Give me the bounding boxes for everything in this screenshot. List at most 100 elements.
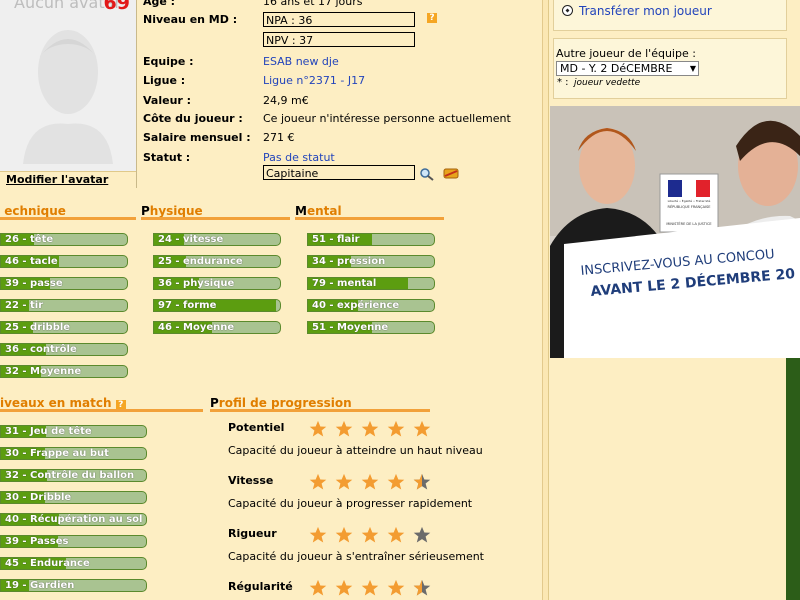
other-player-select[interactable]: MD - Y. 2 DéCEMBRE ▼: [556, 61, 699, 76]
league-label: Ligue :: [143, 74, 186, 87]
avatar-silhouette-icon: [23, 30, 113, 164]
transfer-player-link[interactable]: Transférer mon joueur: [579, 4, 712, 18]
skill-bar-label: 79 - mental: [312, 278, 377, 289]
rating-label: Côte du joueur :: [143, 112, 243, 125]
section-technique-underline: [0, 217, 136, 220]
star-full-icon: [387, 420, 405, 437]
progression-stars: [309, 526, 439, 544]
skill-bar-label: 25 - dribble: [5, 322, 71, 333]
section-physique-underline: [141, 217, 290, 220]
modify-avatar-link[interactable]: Modifier l'avatar: [0, 171, 136, 188]
star-full-icon: [361, 579, 379, 596]
help-icon[interactable]: ?: [427, 13, 437, 23]
star-full-icon: [309, 579, 327, 596]
search-icon[interactable]: [419, 167, 435, 181]
star-full-icon: [335, 526, 353, 543]
skill-bar-label: 22 - tir: [5, 300, 44, 311]
skill-bar: 79 - mental: [307, 277, 435, 290]
edit-captain-icon[interactable]: [443, 167, 459, 180]
skill-bar-label: 32 - Contrôle du ballon: [5, 470, 135, 481]
skill-bar: 51 - Moyenne: [307, 321, 435, 334]
section-mental-title: Mental: [295, 204, 342, 218]
transfer-box: Transférer mon joueur: [553, 0, 787, 31]
skill-bar: 39 - passe: [0, 277, 128, 290]
star-half-icon: [413, 473, 431, 490]
skill-bar-label: 31 - Jeu de tête: [5, 426, 92, 437]
progression-stars: [309, 579, 439, 597]
section-technique-title: echnique: [4, 204, 66, 218]
star-full-icon: [361, 420, 379, 437]
star-full-icon: [335, 420, 353, 437]
skill-bar: 19 - Gardien: [0, 579, 147, 592]
skill-bar: 26 - tête: [0, 233, 128, 246]
salary-value: 271 €: [263, 131, 295, 144]
league-link[interactable]: Ligue n°2371 - J17: [263, 74, 365, 87]
team-label: Equipe :: [143, 55, 194, 68]
section-match-levels-title: iveaux en match ?: [0, 396, 126, 410]
ad-seal-republic: RÉPUBLIQUE FRANÇAISE: [667, 205, 711, 209]
skill-bar-label: 30 - Frappe au but: [5, 448, 109, 459]
progression-description: Capacité du joueur à progresser rapideme…: [228, 497, 473, 510]
skill-bar-label: 97 - forme: [158, 300, 217, 311]
modify-avatar-label[interactable]: Modifier l'avatar: [6, 173, 108, 186]
player-number: 69: [103, 0, 130, 14]
star-full-icon: [387, 579, 405, 596]
skill-bar: 30 - Dribble: [0, 491, 147, 504]
ad-banner[interactable]: INSCRIVEZ-VOUS AU CONCOU AVANT LE 2 DÉCE…: [550, 106, 800, 358]
skill-bar-label: 46 - tacle: [5, 256, 58, 267]
captain-input[interactable]: Capitaine: [263, 165, 415, 180]
ad-seal-ministry: MINISTÈRE DE LA JUSTICE: [666, 222, 712, 226]
skill-bar: 40 - Récupération au sol: [0, 513, 147, 526]
skill-bar: 39 - Passes: [0, 535, 147, 548]
progression-stars: [309, 473, 439, 491]
progression-title: Potentiel: [228, 421, 285, 434]
skill-bar: 30 - Frappe au but: [0, 447, 147, 460]
skill-bar: 22 - tir: [0, 299, 128, 312]
other-player-label: Autre joueur de l'équipe :: [556, 47, 696, 60]
skill-bar: 40 - expérience: [307, 299, 435, 312]
skill-bar-label: 45 - Endurance: [5, 558, 90, 569]
section-match-levels-underline: [0, 409, 203, 412]
section-mental-underline: [295, 217, 444, 220]
skill-bar: 31 - Jeu de tête: [0, 425, 147, 438]
skill-bar-label: 36 - physique: [158, 278, 235, 289]
skill-bar-label: 19 - Gardien: [5, 580, 75, 591]
skill-bar-label: 26 - tête: [5, 234, 54, 245]
value-value: 24,9 m€: [263, 94, 309, 107]
skill-bar: 46 - tacle: [0, 255, 128, 268]
skill-bar: 51 - flair: [307, 233, 435, 246]
skill-bar-label: 40 - expérience: [312, 300, 400, 311]
skill-bar: 36 - contrôle: [0, 343, 128, 356]
skill-bar: 32 - Moyenne: [0, 365, 128, 378]
status-link[interactable]: Pas de statut: [263, 151, 335, 164]
player-avatar: Aucun avatar 69: [0, 0, 137, 188]
skill-bar-label: 25 - endurance: [158, 256, 243, 267]
star-full-icon: [387, 526, 405, 543]
skill-bar: 36 - physique: [153, 277, 281, 290]
star-full-icon: [309, 473, 327, 490]
chevron-down-icon[interactable]: ▼: [690, 62, 696, 76]
other-player-select-value: MD - Y. 2 DéCEMBRE: [560, 62, 673, 75]
status-label: Statut :: [143, 151, 191, 164]
skill-bar-label: 36 - contrôle: [5, 344, 77, 355]
skill-bar: 25 - dribble: [0, 321, 128, 334]
skill-bar: 24 - vitesse: [153, 233, 281, 246]
npa-field: NPA : 36: [263, 12, 415, 27]
team-link[interactable]: ESAB new dje: [263, 55, 339, 68]
level-label: Niveau en MD :: [143, 13, 238, 26]
skill-bar: 45 - Endurance: [0, 557, 147, 570]
skill-bar: 97 - forme: [153, 299, 281, 312]
star-full-icon: [387, 473, 405, 490]
section-progression-underline: [210, 409, 430, 412]
ad-photo: [550, 106, 800, 358]
star-half-icon: [413, 579, 431, 596]
rating-value: Ce joueur n'intéresse personne actuellem…: [263, 112, 511, 125]
section-progression-title: Profil de progression: [210, 396, 352, 410]
star-empty-icon: [413, 526, 431, 543]
star-full-icon: [361, 473, 379, 490]
skill-bar-label: 39 - passe: [5, 278, 63, 289]
progression-title: Vitesse: [228, 474, 274, 487]
value-label: Valeur :: [143, 94, 192, 107]
skill-bar: 25 - endurance: [153, 255, 281, 268]
age-value: 16 ans et 17 jours: [263, 0, 363, 8]
